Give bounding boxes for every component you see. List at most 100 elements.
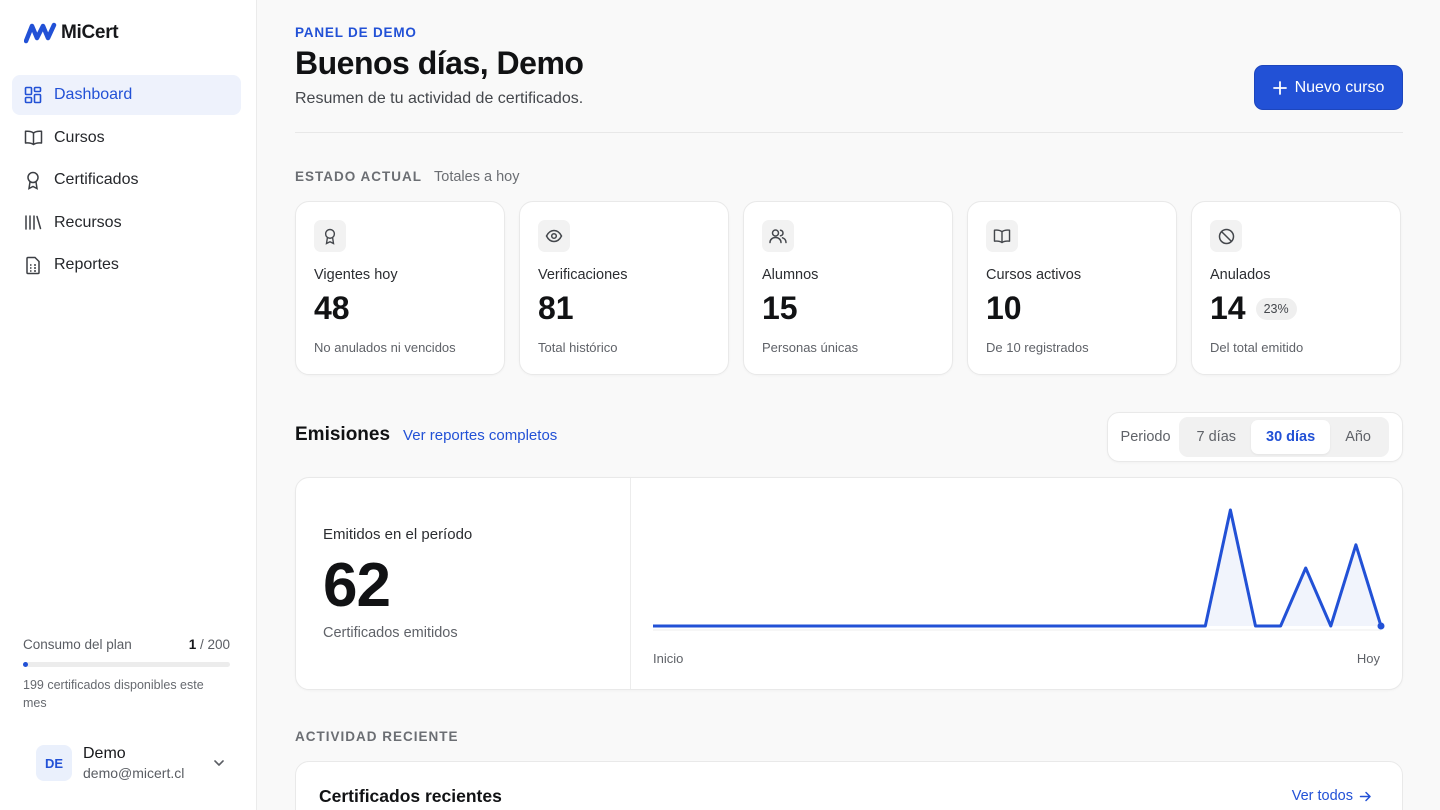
kpi-label: Emitidos en el período bbox=[323, 526, 473, 543]
stat-value: 15 bbox=[762, 290, 798, 327]
period-option-ano[interactable]: Año bbox=[1330, 420, 1386, 454]
stat-note: No anulados ni vencidos bbox=[314, 340, 456, 355]
user-email: demo@micert.cl bbox=[83, 765, 185, 781]
report-sheet-icon bbox=[23, 255, 43, 275]
stats-cards: Vigentes hoy 48 No anulados ni vencidos … bbox=[295, 201, 1401, 375]
data-point bbox=[1377, 622, 1385, 630]
stat-card-cursos-activos: Cursos activos 10 De 10 registrados bbox=[967, 201, 1177, 375]
recent-title: Certificados recientes bbox=[319, 786, 502, 806]
new-course-label: Nuevo curso bbox=[1294, 78, 1385, 96]
stat-label: Cursos activos bbox=[986, 267, 1082, 283]
stat-number: 81 bbox=[538, 290, 574, 326]
recent-section-label: ACTIVIDAD RECIENTE bbox=[295, 729, 459, 744]
page-eyebrow: PANEL DE DEMO bbox=[295, 25, 417, 40]
plan-total: / 200 bbox=[199, 637, 230, 652]
stat-card-anulados: Anulados 14 23% Del total emitido bbox=[1191, 201, 1401, 375]
full-reports-link[interactable]: Ver reportes completos bbox=[403, 427, 557, 444]
sidebar-item-cursos[interactable]: Cursos bbox=[12, 118, 241, 158]
stat-label: Anulados bbox=[1210, 267, 1271, 283]
sidebar-item-reportes[interactable]: Reportes bbox=[12, 245, 241, 285]
series-line bbox=[653, 508, 1383, 628]
chevron-down-icon[interactable] bbox=[212, 756, 226, 770]
stat-card-vigentes: Vigentes hoy 48 No anulados ni vencidos bbox=[295, 201, 505, 375]
stat-note: De 10 registrados bbox=[986, 340, 1089, 355]
percent-badge: 23% bbox=[1255, 297, 1297, 320]
arrow-right-icon bbox=[1359, 791, 1371, 801]
plus-icon bbox=[1272, 80, 1287, 95]
brand-logo[interactable]: MiCert bbox=[24, 22, 119, 44]
stat-label: Verificaciones bbox=[538, 267, 628, 283]
stat-label: Vigentes hoy bbox=[314, 267, 398, 283]
emissions-title: Emisiones bbox=[295, 424, 391, 445]
sidebar-item-label: Certificados bbox=[54, 171, 139, 188]
sidebar-item-certificados[interactable]: Certificados bbox=[12, 160, 241, 200]
status-section-hint: Totales a hoy bbox=[434, 169, 520, 185]
emissions-header: Emisiones Ver reportes completos bbox=[295, 424, 557, 446]
avatar: DE bbox=[36, 745, 72, 781]
plan-progress-fill bbox=[23, 662, 28, 667]
sidebar-nav: Dashboard Cursos Certificados Recursos R… bbox=[12, 75, 241, 288]
page-subtitle: Resumen de tu actividad de certificados. bbox=[295, 90, 584, 107]
sidebar: MiCert Dashboard Cursos Certificados Rec… bbox=[0, 0, 257, 810]
user-name: Demo bbox=[83, 745, 126, 762]
micert-logo-icon bbox=[24, 22, 57, 44]
stat-note: Total histórico bbox=[538, 340, 618, 355]
emissions-chart-card: Emitidos en el período 62 Certificados e… bbox=[295, 477, 1403, 690]
stat-number: 14 bbox=[1210, 290, 1246, 326]
sidebar-item-label: Cursos bbox=[54, 128, 105, 146]
ban-icon bbox=[1210, 220, 1242, 252]
plan-note: 199 certificados disponibles este mes bbox=[23, 678, 204, 710]
sidebar-item-label: Recursos bbox=[54, 213, 122, 231]
brand-name: MiCert bbox=[61, 22, 119, 43]
plan-progress-bar bbox=[23, 662, 230, 667]
new-course-button[interactable]: Nuevo curso bbox=[1254, 65, 1403, 110]
plan-usage: Consumo del plan 1 / 200 199 certificado… bbox=[23, 637, 230, 712]
award-icon bbox=[23, 170, 43, 190]
status-section-title: ESTADO ACTUAL bbox=[295, 169, 422, 184]
recent-certificates-card: Certificados recientes Ver todos bbox=[295, 761, 1403, 810]
plan-label: Consumo del plan bbox=[23, 637, 132, 652]
stat-number: 10 bbox=[986, 290, 1022, 326]
kpi-value: 62 bbox=[323, 551, 391, 620]
header-divider bbox=[295, 132, 1403, 133]
plan-used: 1 bbox=[188, 637, 197, 652]
period-option-7-dias[interactable]: 7 días bbox=[1182, 420, 1252, 454]
sidebar-item-recursos[interactable]: Recursos bbox=[12, 203, 241, 243]
period-selector: Periodo 7 días 30 días Año bbox=[1106, 412, 1403, 462]
axis-start-label: Inicio bbox=[653, 651, 684, 666]
stat-label: Alumnos bbox=[762, 267, 819, 283]
sidebar-item-label: Dashboard bbox=[54, 86, 133, 103]
sidebar-item-label: Reportes bbox=[54, 256, 119, 273]
period-option-30-dias[interactable]: 30 días bbox=[1251, 420, 1331, 454]
emissions-line-chart bbox=[653, 508, 1385, 631]
award-icon bbox=[314, 220, 346, 252]
stat-note: Personas únicas bbox=[762, 340, 859, 355]
stat-value: 48 bbox=[314, 290, 350, 327]
users-icon bbox=[762, 220, 794, 252]
stat-card-verificaciones: Verificaciones 81 Total histórico bbox=[519, 201, 729, 375]
view-all-label: Ver todos bbox=[1291, 788, 1353, 804]
user-menu[interactable]: DE Demo demo@micert.cl bbox=[36, 745, 226, 781]
period-options: 7 días 30 días Año bbox=[1178, 417, 1389, 457]
emissions-kpi: Emitidos en el período 62 Certificados e… bbox=[296, 478, 631, 689]
kpi-note: Certificados emitidos bbox=[323, 625, 458, 641]
book-open-icon bbox=[986, 220, 1018, 252]
stat-value: 81 bbox=[538, 290, 574, 327]
page-title: Buenos días, Demo bbox=[295, 45, 584, 81]
stat-number: 15 bbox=[762, 290, 798, 326]
dashboard-grid-icon bbox=[23, 85, 43, 105]
eye-icon bbox=[538, 220, 570, 252]
stat-value: 10 bbox=[986, 290, 1022, 327]
status-section-label: ESTADO ACTUAL Totales a hoy bbox=[295, 169, 519, 185]
sidebar-item-dashboard[interactable]: Dashboard bbox=[12, 75, 241, 115]
stat-card-alumnos: Alumnos 15 Personas únicas bbox=[743, 201, 953, 375]
view-all-link[interactable]: Ver todos bbox=[1292, 788, 1372, 804]
stat-note: Del total emitido bbox=[1210, 340, 1304, 355]
stat-number: 48 bbox=[314, 290, 350, 326]
book-open-icon bbox=[23, 128, 43, 148]
axis-end-label: Hoy bbox=[1356, 651, 1380, 666]
period-label: Periodo bbox=[1120, 429, 1171, 445]
series-area bbox=[653, 510, 1381, 626]
library-icon bbox=[23, 213, 43, 233]
plan-count: 1 / 200 bbox=[189, 637, 230, 652]
